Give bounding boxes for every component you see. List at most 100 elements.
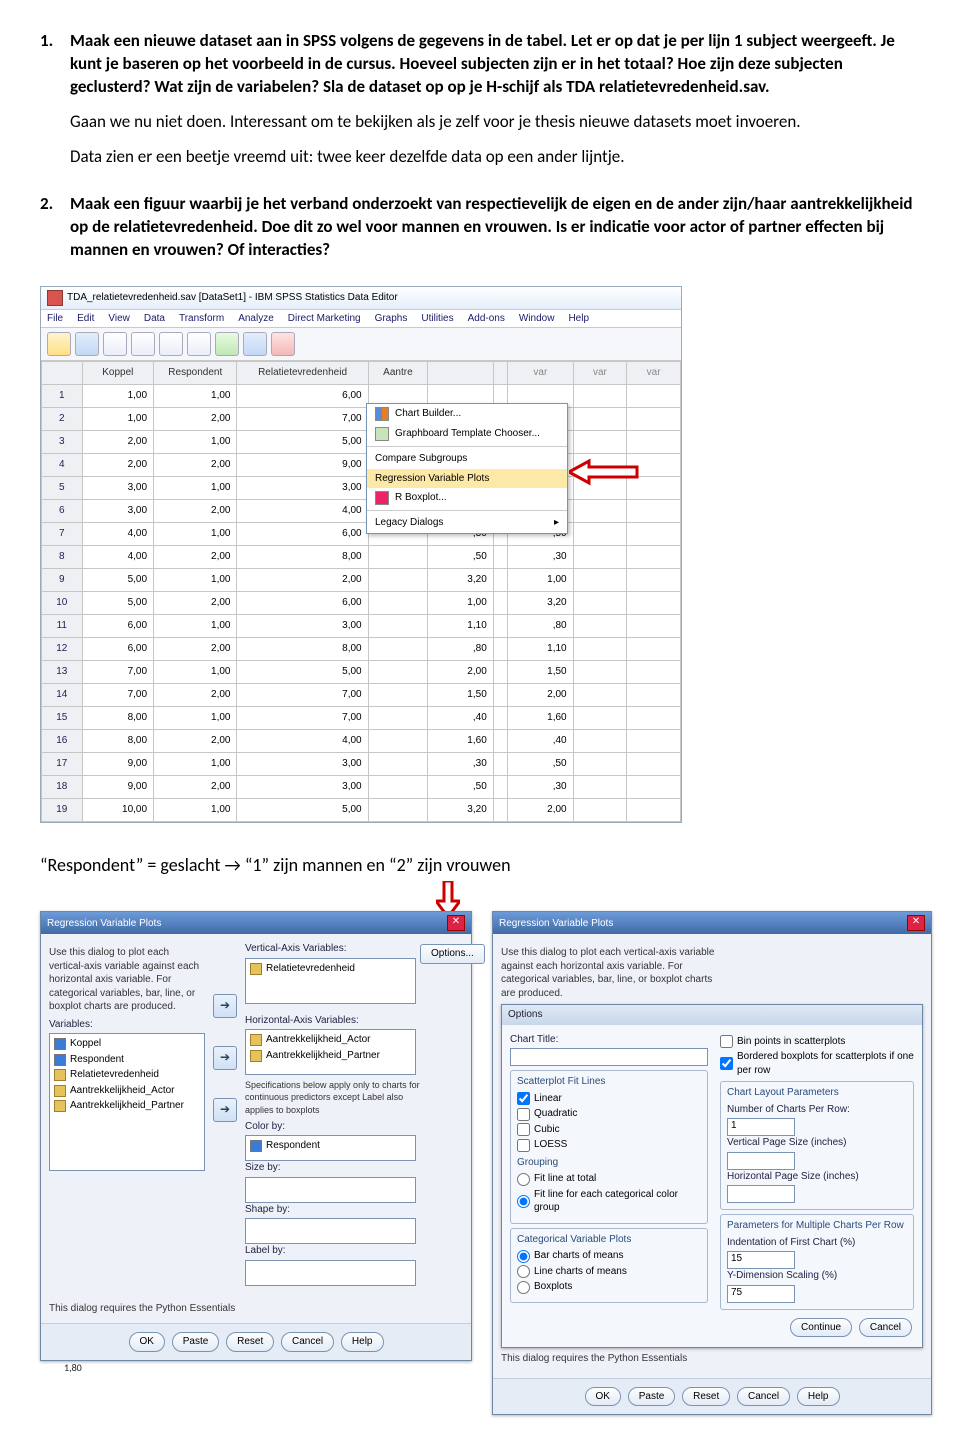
line-means-radio[interactable] — [517, 1265, 530, 1278]
menu-window[interactable]: Window — [519, 312, 555, 326]
tb-vars-icon[interactable] — [243, 332, 267, 356]
table-row[interactable]: 84,002,008,00,50,30 — [42, 546, 681, 569]
bar-means-radio[interactable] — [517, 1250, 530, 1263]
cancel-button[interactable]: Cancel — [859, 1318, 912, 1338]
label-by-list[interactable] — [245, 1260, 416, 1286]
chart-title-input[interactable] — [510, 1048, 708, 1066]
menu-analyze[interactable]: Analyze — [238, 312, 274, 326]
fit-each-radio[interactable] — [517, 1195, 530, 1208]
move-right-button[interactable]: ➔ — [213, 1046, 237, 1070]
table-row[interactable]: 63,002,004,00,60,40 — [42, 500, 681, 523]
paste-button[interactable]: Paste — [628, 1387, 676, 1407]
table-row[interactable]: 21,002,007,0020 — [42, 408, 681, 431]
menu-data[interactable]: Data — [144, 312, 165, 326]
table-row[interactable]: 179,001,003,00,30,50 — [42, 753, 681, 776]
help-button[interactable]: Help — [341, 1332, 384, 1352]
dd-graphboard[interactable]: Graphboard Template Chooser... — [367, 424, 567, 444]
options-subdialog[interactable]: Options Chart Title: Scatterplot Fit Lin… — [501, 1004, 923, 1348]
table-row[interactable]: 105,002,006,001,003,20 — [42, 592, 681, 615]
col-respondent[interactable]: Respondent — [154, 362, 237, 385]
fit-total-radio[interactable] — [517, 1173, 530, 1186]
help-button[interactable]: Help — [797, 1387, 840, 1407]
table-row[interactable]: 137,001,005,002,001,50 — [42, 661, 681, 684]
ok-button[interactable]: OK — [585, 1387, 621, 1407]
table-row[interactable]: 116,001,003,001,10,80 — [42, 615, 681, 638]
close-icon[interactable]: ✕ — [447, 915, 465, 931]
col-var-2[interactable]: var — [573, 362, 627, 385]
menu-file[interactable]: File — [47, 312, 63, 326]
hps-input[interactable] — [727, 1185, 795, 1203]
indent-input[interactable]: 15 — [727, 1251, 795, 1269]
table-row[interactable]: 32,001,005,0030 — [42, 431, 681, 454]
table-row[interactable]: 158,001,007,00,401,60 — [42, 707, 681, 730]
data-table[interactable]: Koppel Respondent Relatietevredenheid Aa… — [41, 361, 681, 822]
tb-undo-icon[interactable] — [159, 332, 183, 356]
yds-input[interactable]: 75 — [727, 1285, 795, 1303]
table-row[interactable]: 168,002,004,001,60,40 — [42, 730, 681, 753]
quadratic-checkbox[interactable] — [517, 1108, 530, 1121]
dd-r-boxplot[interactable]: R Boxplot... — [367, 488, 567, 508]
dialog-regression-variable-plots-options[interactable]: Regression Variable Plots ✕ Use this dia… — [492, 911, 932, 1415]
col-var-3[interactable]: var — [627, 362, 681, 385]
dd-legacy[interactable]: Legacy Dialogs▸ — [367, 513, 567, 533]
vertical-axis-list[interactable]: Relatietevredenheid — [245, 958, 416, 1004]
tb-redo-icon[interactable] — [187, 332, 211, 356]
tb-open-icon[interactable] — [47, 332, 71, 356]
paste-button[interactable]: Paste — [172, 1332, 220, 1352]
table-row[interactable]: 11,001,006,00 — [42, 385, 681, 408]
menu-edit[interactable]: Edit — [77, 312, 94, 326]
dd-chart-builder[interactable]: Chart Builder... — [367, 404, 567, 424]
dialog-regression-variable-plots[interactable]: Regression Variable Plots ✕ Use this dia… — [40, 911, 472, 1360]
table-row[interactable]: 95,001,002,003,201,00 — [42, 569, 681, 592]
size-by-list[interactable] — [245, 1177, 416, 1203]
cubic-checkbox[interactable] — [517, 1123, 530, 1136]
bordered-boxplots-checkbox[interactable] — [720, 1057, 733, 1070]
bin-points-checkbox[interactable] — [720, 1035, 733, 1048]
dlg1-titlebar[interactable]: Regression Variable Plots ✕ — [41, 912, 471, 934]
options-button[interactable]: Options... — [420, 944, 485, 964]
shape-by-list[interactable] — [245, 1218, 416, 1244]
vps-input[interactable] — [727, 1152, 795, 1170]
col-koppel[interactable]: Koppel — [82, 362, 154, 385]
table-row[interactable]: 189,002,003,00,50,30 — [42, 776, 681, 799]
menu-help[interactable]: Help — [568, 312, 589, 326]
menu-graphs[interactable]: Graphs — [375, 312, 408, 326]
close-icon[interactable]: ✕ — [907, 915, 925, 931]
move-right-button[interactable]: ➔ — [213, 994, 237, 1018]
tb-find-icon[interactable] — [271, 332, 295, 356]
tb-save-icon[interactable] — [75, 332, 99, 356]
dlg2-titlebar[interactable]: Regression Variable Plots ✕ — [493, 912, 931, 934]
spss-menubar[interactable]: File Edit View Data Transform Analyze Di… — [41, 310, 681, 329]
ok-button[interactable]: OK — [129, 1332, 165, 1352]
menu-view[interactable]: View — [108, 312, 130, 326]
horizontal-axis-list[interactable]: Aantrekkelijkheid_Actor Aantrekkelijkhei… — [245, 1029, 416, 1075]
tb-print-icon[interactable] — [103, 332, 127, 356]
col-relatietevredenheid[interactable]: Relatietevredenheid — [237, 362, 368, 385]
table-row[interactable]: 126,002,008,00,801,10 — [42, 638, 681, 661]
cancel-button[interactable]: Cancel — [281, 1332, 334, 1352]
boxplots-radio[interactable] — [517, 1281, 530, 1294]
loess-checkbox[interactable] — [517, 1139, 530, 1152]
ncpr-input[interactable]: 1 — [727, 1118, 795, 1136]
col-aantre[interactable]: Aantre — [368, 362, 428, 385]
tb-goto-icon[interactable] — [215, 332, 239, 356]
table-row[interactable]: 1910,001,005,003,202,00 — [42, 799, 681, 822]
linear-checkbox[interactable] — [517, 1092, 530, 1105]
reset-button[interactable]: Reset — [226, 1332, 274, 1352]
table-row[interactable]: 147,002,007,001,502,00 — [42, 684, 681, 707]
move-right-button[interactable]: ➔ — [213, 1098, 237, 1122]
tb-recall-icon[interactable] — [131, 332, 155, 356]
cancel-button[interactable]: Cancel — [737, 1387, 790, 1407]
menu-direct-marketing[interactable]: Direct Marketing — [288, 312, 361, 326]
dd-compare[interactable]: Compare Subgroups — [367, 449, 567, 469]
reset-button[interactable]: Reset — [682, 1387, 730, 1407]
dd-regression-variable-plots[interactable]: Regression Variable Plots — [367, 469, 567, 489]
menu-utilities[interactable]: Utilities — [421, 312, 453, 326]
table-row[interactable]: 74,001,006,00,30,50 — [42, 523, 681, 546]
continue-button[interactable]: Continue — [790, 1318, 852, 1338]
color-by-list[interactable]: Respondent — [245, 1135, 416, 1161]
variables-list[interactable]: Koppel Respondent Relatietevredenheid Aa… — [49, 1033, 205, 1171]
graphs-dropdown[interactable]: Chart Builder... Graphboard Template Cho… — [366, 403, 568, 534]
col-var-1[interactable]: var — [508, 362, 574, 385]
menu-transform[interactable]: Transform — [179, 312, 224, 326]
